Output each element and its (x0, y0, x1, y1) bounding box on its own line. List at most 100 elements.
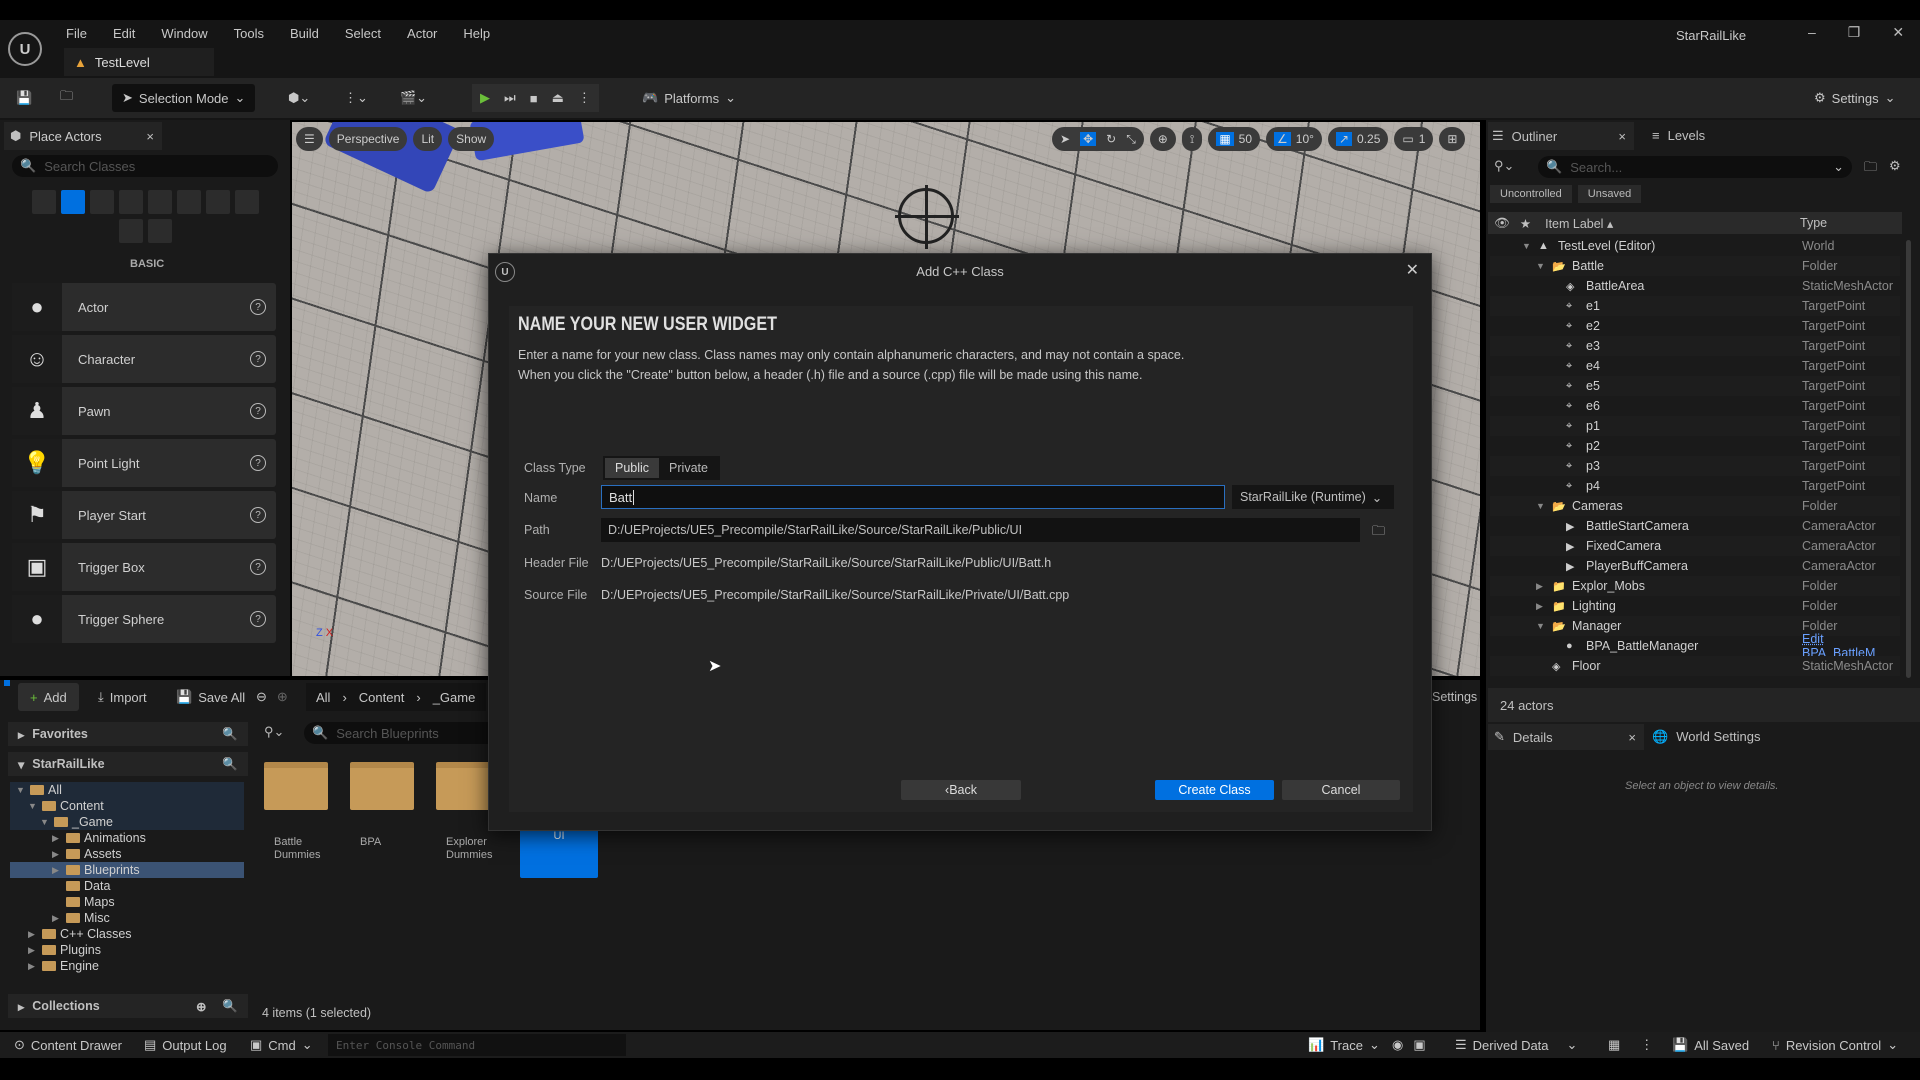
folder-tree-item-animations[interactable]: ▶ Animations (10, 830, 244, 846)
rotate-icon[interactable]: ↻ (1106, 132, 1116, 146)
outliner-row[interactable]: ▼ 📂 Battle Folder (1490, 256, 1900, 276)
help-icon[interactable]: ? (250, 455, 266, 471)
all-saved-button[interactable]: 💾 All Saved (1672, 1031, 1749, 1059)
derived-data-dropdown[interactable]: ☰ Derived Data ⌄ (1455, 1031, 1577, 1059)
filter-icon[interactable]: ⚲⌄ (264, 724, 284, 740)
chevron-down-icon[interactable]: ▼ (1536, 261, 1545, 271)
chevron-right-icon[interactable]: ▶ (1536, 601, 1543, 612)
add-folder-icon[interactable]: 🗀 (1864, 158, 1877, 180)
help-icon[interactable]: ? (250, 351, 266, 367)
chevron-right-icon[interactable]: ▶ (52, 849, 59, 860)
stats-icon[interactable]: ▦ (1608, 1037, 1620, 1053)
cinematic-icon[interactable] (147, 190, 172, 214)
selection-mode-dropdown[interactable]: ➤ Selection Mode ⌄ (112, 84, 256, 112)
save-icon[interactable]: 💾 (16, 84, 32, 112)
output-log-button[interactable]: ▤ Output Log (144, 1031, 227, 1059)
gear-icon[interactable]: ⚙ (1889, 158, 1901, 180)
stop-icon[interactable]: ■ (530, 91, 538, 106)
filter-icon[interactable]: ⚲⌄ (1494, 158, 1514, 174)
layout-icon[interactable]: ⊞ (1439, 127, 1466, 151)
breadcrumb-content[interactable]: Content (359, 690, 405, 705)
place-actors-tab[interactable]: ⬢ Place Actors × (4, 122, 162, 150)
outliner-row[interactable]: ⌖ e5 TargetPoint (1490, 376, 1900, 396)
type-column[interactable]: Type (1800, 216, 1827, 230)
content-drawer-button[interactable]: ⊙ Content Drawer (14, 1031, 122, 1059)
help-icon[interactable]: ? (250, 299, 266, 315)
help-icon[interactable]: ? (250, 559, 266, 575)
scale-icon[interactable]: ⤡ (1126, 132, 1136, 147)
menu-item-edit[interactable]: Edit (113, 26, 135, 41)
actor-item-trigger-box[interactable]: ▣ Trigger Box? (12, 543, 276, 591)
perspective-button[interactable]: Perspective (328, 127, 408, 151)
filter-unsaved[interactable]: Unsaved (1577, 185, 1642, 203)
chevron-down-icon[interactable]: ▼ (28, 801, 37, 811)
search-icon[interactable]: 🔍 (222, 757, 238, 772)
outliner-row[interactable]: ▶ FixedCamera CameraActor (1490, 536, 1900, 556)
search-blueprints-input[interactable]: 🔍 Search Blueprints (304, 722, 504, 744)
asset-tile-battle-dummies[interactable]: Battle Dummies (264, 762, 338, 872)
actor-item-player-start[interactable]: ⚑ Player Start? (12, 491, 276, 539)
outliner-row[interactable]: ⌖ e4 TargetPoint (1490, 356, 1900, 376)
viewport-menu-button[interactable]: ☰ (296, 127, 323, 151)
chevron-right-icon[interactable]: ▶ (1536, 581, 1543, 592)
folder-tree-item-assets[interactable]: ▶ Assets (10, 846, 244, 862)
folder-tree-item-all[interactable]: ▼ All (10, 782, 244, 798)
path-input[interactable]: D:/UEProjects/UE5_Precompile/StarRailLik… (601, 518, 1360, 542)
folder-tree-item-blueprints[interactable]: ▶ Blueprints (10, 862, 244, 878)
private-option[interactable]: Private (659, 458, 718, 478)
camera-gizmo-icon[interactable] (895, 185, 959, 249)
rotation-snap-button[interactable]: ∠ 10° (1266, 127, 1322, 151)
grid-snap-button[interactable]: ▦ 50 (1208, 127, 1261, 151)
layers-icon[interactable] (147, 219, 172, 243)
add-button[interactable]: + Add (18, 683, 79, 711)
play-icon[interactable]: ▶ (480, 90, 490, 106)
public-option[interactable]: Public (605, 458, 660, 478)
outliner-row[interactable]: ⌖ e2 TargetPoint (1490, 316, 1900, 336)
actor-item-actor[interactable]: ● Actor? (12, 283, 276, 331)
more-icon[interactable]: ⋮ (578, 90, 591, 106)
outliner-row[interactable]: ▼ ▲ TestLevel (Editor) World (1490, 236, 1900, 256)
transform-tools[interactable]: ➤ ✥ ↻ ⤡ (1052, 127, 1144, 151)
search-classes-input[interactable]: 🔍 Search Classes (12, 155, 278, 177)
platforms-dropdown[interactable]: 🎮 Platforms ⌄ (642, 84, 736, 112)
close-tab-icon[interactable]: × (1628, 730, 1636, 745)
select-icon[interactable]: ➤ (1060, 132, 1070, 146)
back-button[interactable]: ‹ Back (901, 780, 1021, 800)
chevron-right-icon[interactable]: ▶ (28, 961, 35, 972)
folder-tree-item-maps[interactable]: Maps (10, 894, 244, 910)
chevron-down-icon[interactable]: ▼ (1536, 621, 1545, 631)
browse-folder-icon[interactable]: 🗀 (1372, 522, 1385, 544)
revision-control-dropdown[interactable]: ⑂ Revision Control ⌄ (1772, 1031, 1898, 1059)
close-dialog-icon[interactable]: ✕ (1406, 260, 1419, 280)
all-classes-icon[interactable] (234, 190, 259, 214)
geometry-icon[interactable] (118, 219, 143, 243)
settings-button[interactable]: Settings (1432, 690, 1477, 704)
outliner-row[interactable]: ⌖ e3 TargetPoint (1490, 336, 1900, 356)
blueprint-tools-icon[interactable]: ⋮⌄ (344, 84, 368, 112)
actor-item-character[interactable]: ☺ Character? (12, 335, 276, 383)
folder-tree-item-misc[interactable]: ▶ Misc (10, 910, 244, 926)
menu-item-build[interactable]: Build (290, 26, 319, 41)
outliner-row[interactable]: ⌖ p2 TargetPoint (1490, 436, 1900, 456)
screenshot-icon[interactable]: ▣ (1413, 1037, 1425, 1053)
chevron-down-icon[interactable]: ▼ (1536, 501, 1545, 511)
folder-tree-item-plugins[interactable]: ▶ Plugins (10, 942, 244, 958)
lights-icon[interactable] (89, 190, 114, 214)
create-class-button[interactable]: Create Class (1155, 780, 1274, 800)
project-section[interactable]: ▾ StarRailLike 🔍 (8, 752, 248, 776)
help-icon[interactable]: ? (250, 611, 266, 627)
outliner-row[interactable]: ⌖ p3 TargetPoint (1490, 456, 1900, 476)
close-tab-icon[interactable]: × (1618, 129, 1626, 144)
trace-dropdown[interactable]: 📊 Trace ⌄ (1308, 1031, 1380, 1059)
outliner-row[interactable]: ◈ BattleArea StaticMeshActor (1490, 276, 1900, 296)
step-icon[interactable]: ⏭ (504, 90, 516, 106)
add-actor-icon[interactable]: ⬢⌄ (288, 84, 310, 112)
help-icon[interactable]: ? (250, 403, 266, 419)
minimize-icon[interactable]: – (1808, 24, 1816, 41)
move-icon[interactable]: ✥ (1080, 132, 1097, 146)
levels-tab[interactable]: ≡ Levels (1652, 128, 1705, 143)
folder-tree-item-game[interactable]: ▼ _Game (10, 814, 244, 830)
world-space-icon[interactable]: ⊕ (1149, 127, 1176, 151)
asset-tile-bpa[interactable]: BPA (350, 762, 424, 872)
actor-item-trigger-sphere[interactable]: ● Trigger Sphere? (12, 595, 276, 643)
